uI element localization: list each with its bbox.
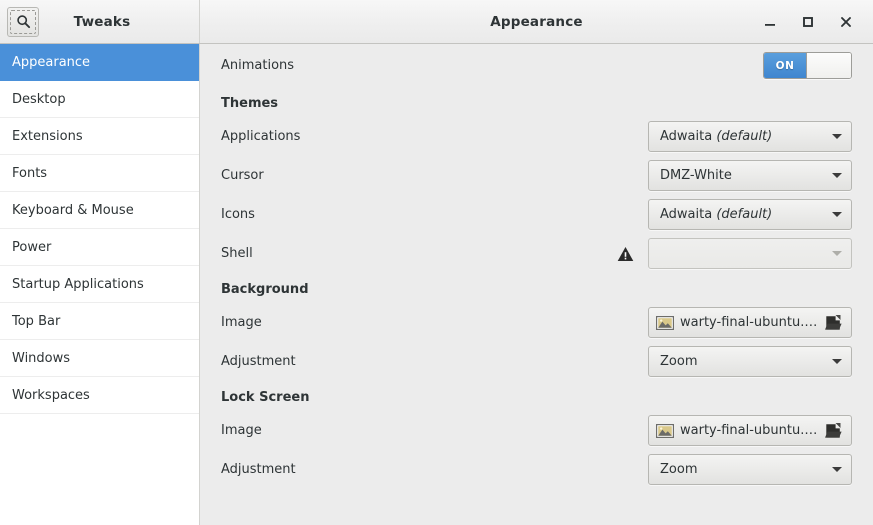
lock-screen-image-file-button[interactable]: warty-final-ubuntu.png (648, 415, 852, 446)
header-content-section: Appearance (200, 0, 873, 43)
chevron-down-icon (832, 251, 842, 256)
cursor-theme-value: DMZ-White (660, 168, 732, 183)
sidebar-item-label: Keyboard & Mouse (12, 202, 134, 218)
lock-screen-image-filename: warty-final-ubuntu.png (680, 423, 818, 438)
background-image-filename: warty-final-ubuntu.png (680, 315, 818, 330)
icons-theme-value: Adwaita (default) (660, 207, 773, 222)
maximize-icon (801, 15, 815, 29)
sidebar-item-keyboard-and-mouse[interactable]: Keyboard & Mouse (0, 192, 199, 229)
lock-screen-adjustment-label: Adjustment (221, 462, 296, 477)
tweaks-window: Tweaks Appearance Appearance Desktop Ext… (0, 0, 873, 525)
lock-screen-image-label: Image (221, 423, 262, 438)
applications-theme-control: Adwaita (default) (648, 121, 852, 152)
settings-panel: Animations ON Themes Applications Adwait… (200, 44, 873, 525)
open-document-icon[interactable] (824, 314, 843, 332)
shell-theme-control (617, 238, 852, 269)
row-animations: Animations ON (221, 44, 852, 87)
sidebar: Appearance Desktop Extensions Fonts Keyb… (0, 44, 200, 525)
row-lock-screen-image: Image warty-final-ubuntu.png (221, 411, 852, 450)
close-button[interactable] (827, 5, 865, 39)
cursor-theme-combobox[interactable]: DMZ-White (648, 160, 852, 191)
chevron-down-icon (832, 134, 842, 139)
minimize-icon (763, 15, 777, 29)
icons-theme-label: Icons (221, 207, 255, 222)
applications-theme-label: Applications (221, 129, 301, 144)
row-cursor-theme: Cursor DMZ-White (221, 156, 852, 195)
sidebar-item-label: Extensions (12, 128, 83, 144)
section-heading-lock-screen: Lock Screen (221, 390, 310, 405)
animations-label: Animations (221, 58, 295, 73)
lock-screen-adjustment-value: Zoom (660, 462, 698, 477)
search-button[interactable] (7, 6, 39, 37)
background-image-control: warty-final-ubuntu.png (648, 307, 852, 338)
applications-theme-combobox[interactable]: Adwaita (default) (648, 121, 852, 152)
sidebar-item-top-bar[interactable]: Top Bar (0, 303, 199, 340)
open-document-icon[interactable] (824, 422, 843, 440)
sidebar-item-label: Appearance (12, 54, 91, 70)
chevron-down-icon (832, 212, 842, 217)
row-icons-theme: Icons Adwaita (default) (221, 195, 852, 234)
sidebar-item-extensions[interactable]: Extensions (0, 118, 199, 155)
chevron-down-icon (832, 173, 842, 178)
minimize-button[interactable] (751, 5, 789, 39)
sidebar-item-label: Power (12, 239, 52, 255)
sidebar-item-label: Workspaces (12, 387, 90, 403)
header-sidebar-section: Tweaks (0, 0, 200, 43)
sidebar-item-label: Desktop (12, 91, 66, 107)
sidebar-item-power[interactable]: Power (0, 229, 199, 266)
sidebar-item-label: Windows (12, 350, 71, 366)
sidebar-item-desktop[interactable]: Desktop (0, 81, 199, 118)
sidebar-item-label: Fonts (12, 165, 48, 181)
background-image-file-button[interactable]: warty-final-ubuntu.png (648, 307, 852, 338)
image-thumbnail-icon (656, 315, 674, 331)
sidebar-item-workspaces[interactable]: Workspaces (0, 377, 199, 414)
background-adjustment-control: Zoom (648, 346, 852, 377)
background-adjustment-label: Adjustment (221, 354, 296, 369)
row-shell-theme: Shell (221, 234, 852, 273)
lock-screen-adjustment-combobox[interactable]: Zoom (648, 454, 852, 485)
row-background-adjustment: Adjustment Zoom (221, 342, 852, 381)
section-heading-themes: Themes (221, 96, 279, 111)
window-controls (751, 5, 873, 39)
animations-toggle-on-label: ON (764, 53, 807, 78)
applications-theme-value: Adwaita (default) (660, 129, 773, 144)
background-image-label: Image (221, 315, 262, 330)
image-thumbnail-icon (656, 423, 674, 439)
icons-theme-combobox[interactable]: Adwaita (default) (648, 199, 852, 230)
animations-toggle-knob (807, 53, 851, 78)
shell-theme-label: Shell (221, 246, 253, 261)
lock-screen-image-control: warty-final-ubuntu.png (648, 415, 852, 446)
animations-toggle[interactable]: ON (763, 52, 852, 79)
lock-screen-adjustment-control: Zoom (648, 454, 852, 485)
background-adjustment-combobox[interactable]: Zoom (648, 346, 852, 377)
warning-icon (617, 246, 634, 262)
window-body: Appearance Desktop Extensions Fonts Keyb… (0, 44, 873, 525)
cursor-theme-control: DMZ-White (648, 160, 852, 191)
close-icon (839, 15, 853, 29)
header-bar: Tweaks Appearance (0, 0, 873, 44)
sidebar-item-startup-applications[interactable]: Startup Applications (0, 266, 199, 303)
sidebar-item-windows[interactable]: Windows (0, 340, 199, 377)
cursor-theme-label: Cursor (221, 168, 264, 183)
icons-theme-control: Adwaita (default) (648, 199, 852, 230)
background-adjustment-value: Zoom (660, 354, 698, 369)
shell-theme-combobox[interactable] (648, 238, 852, 269)
sidebar-item-label: Top Bar (12, 313, 61, 329)
animations-control: ON (763, 52, 852, 79)
sidebar-item-label: Startup Applications (12, 276, 144, 292)
section-heading-background: Background (221, 282, 309, 297)
sidebar-item-fonts[interactable]: Fonts (0, 155, 199, 192)
chevron-down-icon (832, 359, 842, 364)
maximize-button[interactable] (789, 5, 827, 39)
app-title: Tweaks (73, 13, 131, 30)
sidebar-item-appearance[interactable]: Appearance (0, 44, 199, 81)
row-background-image: Image warty-final-ubuntu.png (221, 303, 852, 342)
chevron-down-icon (832, 467, 842, 472)
row-lock-screen-adjustment: Adjustment Zoom (221, 450, 852, 489)
row-applications-theme: Applications Adwaita (default) (221, 117, 852, 156)
search-icon (16, 14, 31, 29)
